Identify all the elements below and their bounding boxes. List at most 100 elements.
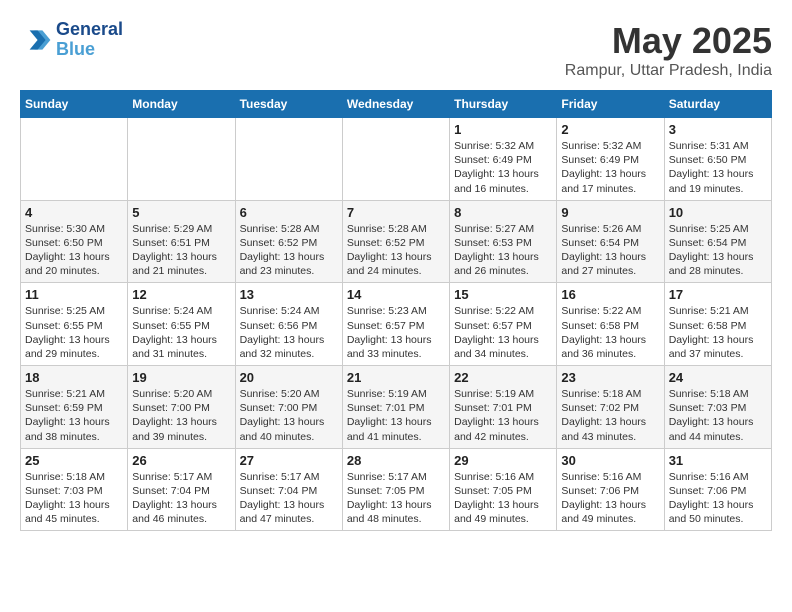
calendar-cell: 10Sunrise: 5:25 AMSunset: 6:54 PMDayligh… — [664, 200, 771, 283]
col-header-monday: Monday — [128, 91, 235, 118]
day-info: Sunrise: 5:16 AMSunset: 7:06 PMDaylight:… — [561, 470, 659, 527]
calendar-cell: 29 Sunrise: 5:16 AMSunset: 7:05 PMDayligh… — [450, 448, 557, 531]
day-info: Sunrise: 5:18 AMSunset: 7:03 PMDaylight:… — [25, 470, 123, 527]
calendar-cell: 15 Sunrise: 5:22 AMSunset: 6:57 PMDayligh… — [450, 283, 557, 366]
day-number: 8 — [454, 205, 552, 220]
day-number: 3 — [669, 122, 767, 137]
day-number: 11 — [25, 287, 123, 302]
day-number: 13 — [240, 287, 338, 302]
calendar-week-4: 18 Sunrise: 5:21 AMSunset: 6:59 PMDayligh… — [21, 366, 772, 449]
day-number: 25 — [25, 453, 123, 468]
day-info: Sunrise: 5:24 AMSunset: 6:55 PMDaylight:… — [132, 304, 230, 361]
day-number: 6 — [240, 205, 338, 220]
day-info: Sunrise: 5:18 AMSunset: 7:02 PMDaylight:… — [561, 387, 659, 444]
day-number: 10 — [669, 205, 767, 220]
calendar-cell: 30Sunrise: 5:16 AMSunset: 7:06 PMDayligh… — [557, 448, 664, 531]
day-number: 20 — [240, 370, 338, 385]
day-number: 2 — [561, 122, 659, 137]
calendar-cell: 27Sunrise: 5:17 AMSunset: 7:04 PMDayligh… — [235, 448, 342, 531]
calendar-cell — [128, 118, 235, 201]
day-number: 29 — [454, 453, 552, 468]
calendar-cell: 23 Sunrise: 5:18 AMSunset: 7:02 PMDayligh… — [557, 366, 664, 449]
calendar-cell: 17 Sunrise: 5:21 AMSunset: 6:58 PMDayligh… — [664, 283, 771, 366]
day-info: Sunrise: 5:28 AMSunset: 6:52 PMDaylight:… — [240, 222, 338, 279]
calendar-cell: 20Sunrise: 5:20 AMSunset: 7:00 PMDayligh… — [235, 366, 342, 449]
day-number: 22 — [454, 370, 552, 385]
col-header-wednesday: Wednesday — [342, 91, 449, 118]
day-info: Sunrise: 5:27 AMSunset: 6:53 PMDaylight:… — [454, 222, 552, 279]
day-info: Sunrise: 5:31 AMSunset: 6:50 PMDaylight:… — [669, 139, 767, 196]
col-header-saturday: Saturday — [664, 91, 771, 118]
day-info: Sunrise: 5:18 AMSunset: 7:03 PMDaylight:… — [669, 387, 767, 444]
day-number: 31 — [669, 453, 767, 468]
logo-icon — [20, 24, 52, 56]
calendar-cell: 28 Sunrise: 5:17 AMSunset: 7:05 PMDayligh… — [342, 448, 449, 531]
day-number: 21 — [347, 370, 445, 385]
day-info: Sunrise: 5:22 AMSunset: 6:58 PMDaylight:… — [561, 304, 659, 361]
calendar-cell — [342, 118, 449, 201]
calendar-cell: 8 Sunrise: 5:27 AMSunset: 6:53 PMDaylight… — [450, 200, 557, 283]
calendar-cell: 7 Sunrise: 5:28 AMSunset: 6:52 PMDaylight… — [342, 200, 449, 283]
day-number: 18 — [25, 370, 123, 385]
day-number: 5 — [132, 205, 230, 220]
calendar-week-5: 25 Sunrise: 5:18 AMSunset: 7:03 PMDayligh… — [21, 448, 772, 531]
col-header-friday: Friday — [557, 91, 664, 118]
day-number: 1 — [454, 122, 552, 137]
calendar-cell: 25 Sunrise: 5:18 AMSunset: 7:03 PMDayligh… — [21, 448, 128, 531]
calendar-cell: 5 Sunrise: 5:29 AMSunset: 6:51 PMDaylight… — [128, 200, 235, 283]
calendar-cell: 6 Sunrise: 5:28 AMSunset: 6:52 PMDaylight… — [235, 200, 342, 283]
day-info: Sunrise: 5:17 AMSunset: 7:04 PMDaylight:… — [132, 470, 230, 527]
day-info: Sunrise: 5:17 AMSunset: 7:05 PMDaylight:… — [347, 470, 445, 527]
calendar-cell: 31Sunrise: 5:16 AMSunset: 7:06 PMDayligh… — [664, 448, 771, 531]
day-info: Sunrise: 5:23 AMSunset: 6:57 PMDaylight:… — [347, 304, 445, 361]
calendar-header-row: SundayMondayTuesdayWednesdayThursdayFrid… — [21, 91, 772, 118]
day-info: Sunrise: 5:21 AMSunset: 6:59 PMDaylight:… — [25, 387, 123, 444]
col-header-tuesday: Tuesday — [235, 91, 342, 118]
calendar-cell: 22 Sunrise: 5:19 AMSunset: 7:01 PMDayligh… — [450, 366, 557, 449]
day-info: Sunrise: 5:25 AMSunset: 6:55 PMDaylight:… — [25, 304, 123, 361]
day-number: 14 — [347, 287, 445, 302]
calendar-cell: 13Sunrise: 5:24 AMSunset: 6:56 PMDayligh… — [235, 283, 342, 366]
calendar-subtitle: Rampur, Uttar Pradesh, India — [565, 62, 772, 80]
day-number: 15 — [454, 287, 552, 302]
calendar-cell: 12Sunrise: 5:24 AMSunset: 6:55 PMDayligh… — [128, 283, 235, 366]
calendar-cell: 21 Sunrise: 5:19 AMSunset: 7:01 PMDayligh… — [342, 366, 449, 449]
day-info: Sunrise: 5:22 AMSunset: 6:57 PMDaylight:… — [454, 304, 552, 361]
calendar-cell: 24 Sunrise: 5:18 AMSunset: 7:03 PMDayligh… — [664, 366, 771, 449]
day-info: Sunrise: 5:19 AMSunset: 7:01 PMDaylight:… — [454, 387, 552, 444]
title-block: May 2025 Rampur, Uttar Pradesh, India — [565, 20, 772, 80]
day-number: 23 — [561, 370, 659, 385]
calendar-body: 1 Sunrise: 5:32 AMSunset: 6:49 PMDaylight… — [21, 118, 772, 531]
day-number: 16 — [561, 287, 659, 302]
calendar-cell — [21, 118, 128, 201]
day-number: 26 — [132, 453, 230, 468]
day-info: Sunrise: 5:19 AMSunset: 7:01 PMDaylight:… — [347, 387, 445, 444]
day-info: Sunrise: 5:28 AMSunset: 6:52 PMDaylight:… — [347, 222, 445, 279]
day-number: 27 — [240, 453, 338, 468]
day-number: 17 — [669, 287, 767, 302]
calendar-week-2: 4Sunrise: 5:30 AMSunset: 6:50 PMDaylight… — [21, 200, 772, 283]
calendar-table: SundayMondayTuesdayWednesdayThursdayFrid… — [20, 90, 772, 531]
logo-text: General Blue — [56, 20, 123, 60]
calendar-cell: 4Sunrise: 5:30 AMSunset: 6:50 PMDaylight… — [21, 200, 128, 283]
calendar-cell: 26 Sunrise: 5:17 AMSunset: 7:04 PMDayligh… — [128, 448, 235, 531]
day-info: Sunrise: 5:29 AMSunset: 6:51 PMDaylight:… — [132, 222, 230, 279]
day-number: 24 — [669, 370, 767, 385]
calendar-cell: 3 Sunrise: 5:31 AMSunset: 6:50 PMDaylight… — [664, 118, 771, 201]
calendar-title: May 2025 — [565, 20, 772, 62]
calendar-cell: 11 Sunrise: 5:25 AMSunset: 6:55 PMDayligh… — [21, 283, 128, 366]
day-number: 9 — [561, 205, 659, 220]
day-number: 7 — [347, 205, 445, 220]
day-info: Sunrise: 5:32 AMSunset: 6:49 PMDaylight:… — [561, 139, 659, 196]
col-header-thursday: Thursday — [450, 91, 557, 118]
calendar-cell: 14 Sunrise: 5:23 AMSunset: 6:57 PMDayligh… — [342, 283, 449, 366]
day-info: Sunrise: 5:21 AMSunset: 6:58 PMDaylight:… — [669, 304, 767, 361]
calendar-week-1: 1 Sunrise: 5:32 AMSunset: 6:49 PMDaylight… — [21, 118, 772, 201]
calendar-cell: 1Sunrise: 5:32 AMSunset: 6:49 PMDaylight… — [450, 118, 557, 201]
day-info: Sunrise: 5:16 AMSunset: 7:05 PMDaylight:… — [454, 470, 552, 527]
calendar-cell: 19Sunrise: 5:20 AMSunset: 7:00 PMDayligh… — [128, 366, 235, 449]
calendar-cell: 18 Sunrise: 5:21 AMSunset: 6:59 PMDayligh… — [21, 366, 128, 449]
col-header-sunday: Sunday — [21, 91, 128, 118]
day-number: 28 — [347, 453, 445, 468]
calendar-cell: 2 Sunrise: 5:32 AMSunset: 6:49 PMDaylight… — [557, 118, 664, 201]
